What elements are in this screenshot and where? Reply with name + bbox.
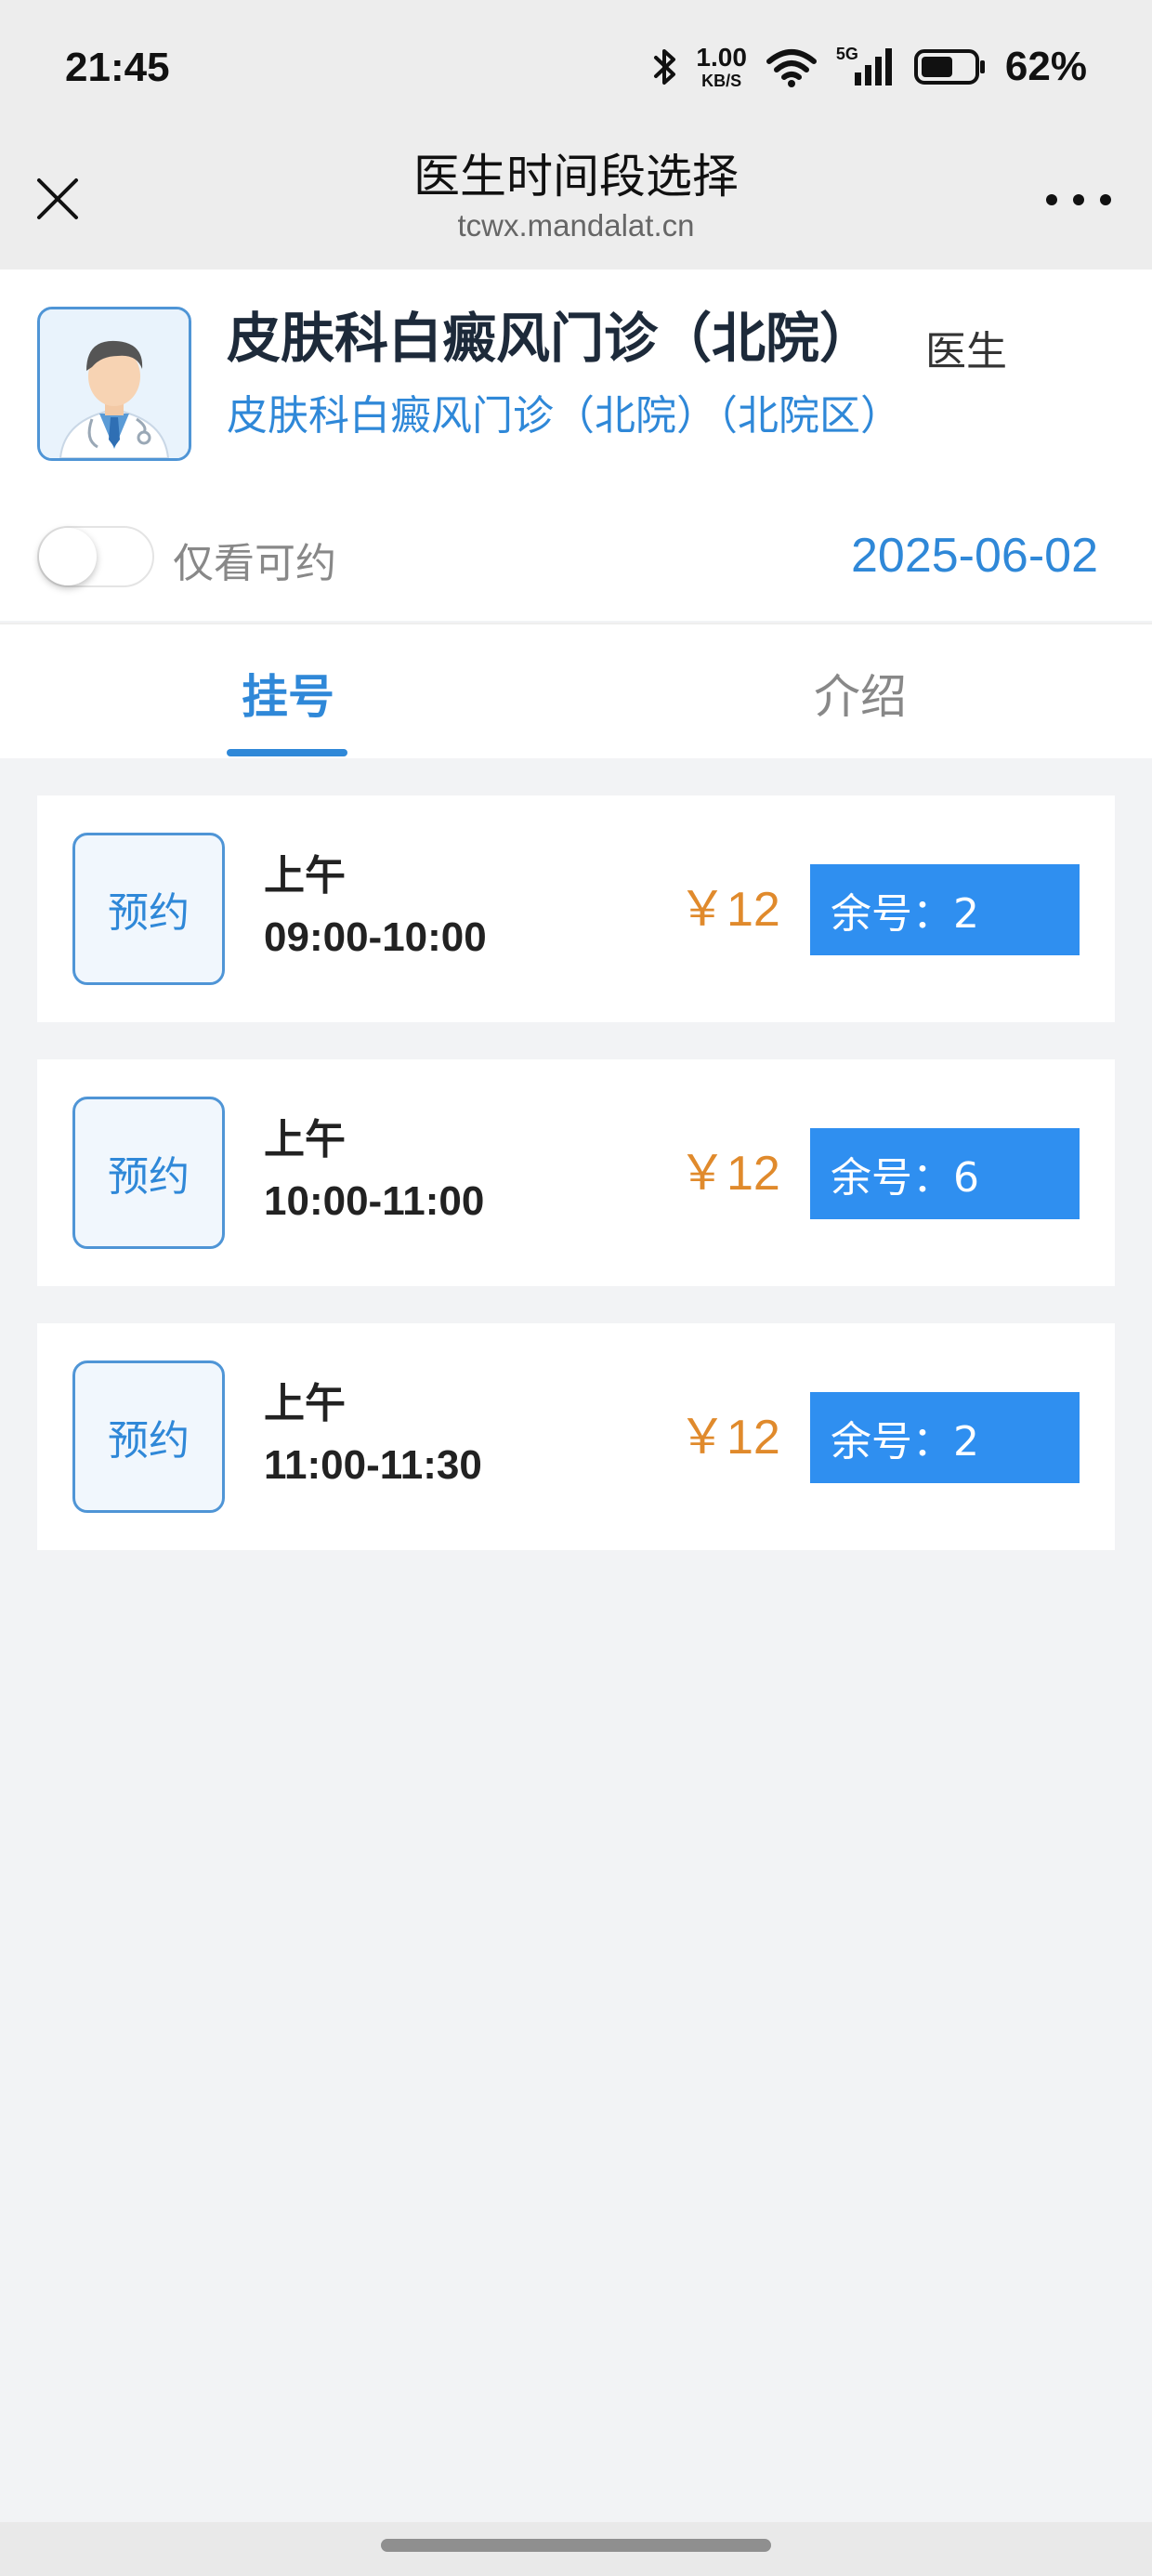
tab-register[interactable]: 挂号 (242, 660, 334, 727)
tab-bar: 挂号 介绍 (0, 623, 1152, 758)
wifi-icon (766, 46, 818, 87)
doctor-avatar-icon (37, 307, 191, 461)
page-title: 医生时间段选择 (413, 150, 739, 204)
department-name: 皮肤科白癜风门诊（北院）（北院区） (227, 392, 901, 440)
page-url: tcwx.mandalat.cn (457, 208, 695, 243)
slot-period: 上午 (264, 1116, 346, 1163)
slot-price: ￥12 (678, 1147, 780, 1201)
more-icon-dot (1073, 194, 1084, 205)
slot-price: ￥12 (678, 883, 780, 937)
battery-icon (913, 48, 987, 85)
slot-card: 预约 上午 10:00-11:00 ￥12 余号：6 (37, 1059, 1115, 1286)
slot-time: 11:00-11:30 (264, 1442, 482, 1488)
tab-active-indicator (227, 749, 347, 756)
slot-time: 10:00-11:00 (264, 1178, 485, 1224)
network-speed-value: 1.00 (696, 43, 747, 72)
more-button[interactable] (1046, 186, 1111, 214)
remaining-badge[interactable]: 余号：2 (810, 1392, 1080, 1483)
slot-card: 预约 上午 11:00-11:30 ￥12 余号：2 (37, 1323, 1115, 1550)
doctor-title: 医生 (925, 328, 1007, 375)
tab-intro[interactable]: 介绍 (814, 660, 907, 727)
slot-time: 09:00-10:00 (264, 914, 487, 960)
network-speed-unit: KB/S (701, 72, 742, 90)
network-type: 5G (835, 44, 858, 63)
only-available-toggle[interactable] (37, 526, 154, 587)
only-available-label: 仅看可约 (173, 540, 336, 587)
slot-period: 上午 (264, 1380, 346, 1427)
date-selector[interactable]: 2025-06-02 (851, 528, 1098, 584)
book-button[interactable]: 预约 (72, 1360, 225, 1513)
remaining-badge[interactable]: 余号：2 (810, 864, 1080, 955)
doctor-name: 皮肤科白癜风门诊（北院） (227, 307, 874, 370)
network-speed: 1.00 KB/S (696, 43, 747, 90)
home-indicator[interactable] (381, 2539, 771, 2552)
book-button[interactable]: 预约 (72, 833, 225, 985)
status-bar: 21:45 1.00 KB/S 5G 62% (0, 0, 1152, 138)
remaining-badge[interactable]: 余号：6 (810, 1128, 1080, 1219)
slot-price: ￥12 (678, 1411, 780, 1465)
more-icon-dot (1046, 194, 1057, 205)
status-icons: 1.00 KB/S 5G 62% (653, 41, 1087, 93)
toggle-knob (39, 528, 97, 585)
signal-icon: 5G (835, 44, 896, 87)
nav-title-group: 医生时间段选择 tcwx.mandalat.cn (0, 149, 1152, 243)
status-time: 21:45 (65, 45, 170, 90)
doctor-card: 皮肤科白癜风门诊（北院） 医生 皮肤科白癜风门诊（北院）（北院区） 仅看可约 2… (0, 269, 1152, 621)
book-button[interactable]: 预约 (72, 1097, 225, 1249)
bluetooth-icon (653, 46, 677, 87)
more-icon-dot (1100, 194, 1111, 205)
slot-card: 预约 上午 09:00-10:00 ￥12 余号：2 (37, 795, 1115, 1022)
nav-bar: 医生时间段选择 tcwx.mandalat.cn (0, 138, 1152, 269)
battery-percent: 62% (1004, 44, 1087, 89)
slot-period: 上午 (264, 852, 346, 900)
